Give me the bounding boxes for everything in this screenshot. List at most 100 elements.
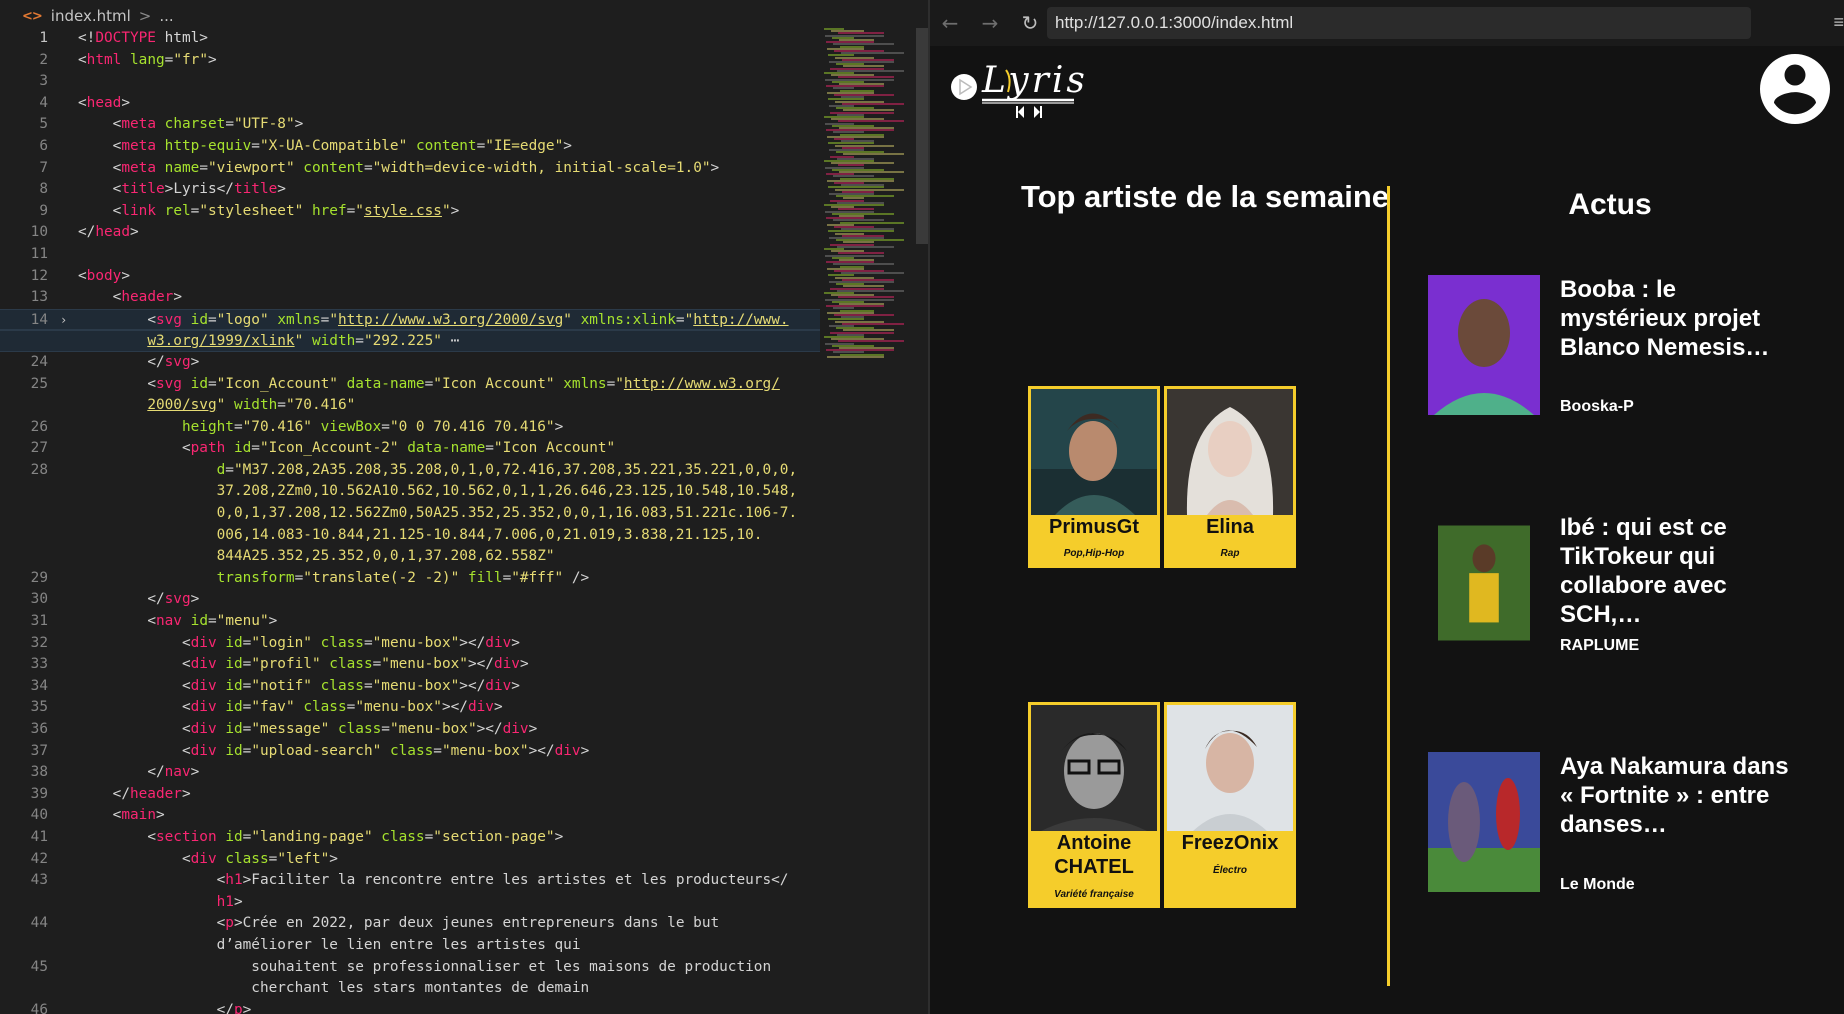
code-line[interactable]: 37.208,2Zm0,10.562A10.562,10.562,0,1,1,2… — [0, 481, 820, 503]
line-number: 30 — [30, 591, 48, 608]
line-number: 8 — [39, 181, 48, 198]
code-text: h1> — [216, 893, 243, 910]
back-button[interactable]: ← — [930, 3, 970, 43]
news-item-ibe[interactable]: Ibé : qui est ce TikTokeur qui collabore… — [1428, 513, 1828, 658]
line-number: 4 — [39, 94, 48, 111]
artist-card-freezonix[interactable]: FreezOnix Électro — [1164, 702, 1296, 908]
code-text: <div class="left"> — [181, 850, 338, 867]
code-line[interactable]: 2 <html lang="fr"> — [0, 50, 820, 72]
code-text: <meta http-equiv="X-UA-Compatible" conte… — [112, 137, 572, 154]
code-line[interactable]: 42 <div class="left"> — [0, 849, 820, 871]
code-line[interactable]: 45 souhaitent se professionnaliser et le… — [0, 957, 820, 979]
line-number: 33 — [30, 656, 48, 673]
code-line[interactable]: 25 <svg id="Icon_Account" data-name="Ico… — [0, 374, 820, 396]
section-divider — [1387, 186, 1390, 986]
code-line[interactable]: 28 d="M37.208,2A35.208,35.208,0,1,0,72.4… — [0, 460, 820, 482]
news-headline[interactable]: Aya Nakamura dans « Fortnite » : entre d… — [1560, 752, 1800, 839]
code-line[interactable]: 39 </header> — [0, 784, 820, 806]
code-line[interactable]: 33 <div id="profil" class="menu-box"></d… — [0, 654, 820, 676]
line-number: 29 — [30, 569, 48, 586]
code-line[interactable]: 13 <header> — [0, 287, 820, 309]
url-bar[interactable]: http://127.0.0.1:3000/index.html — [1047, 7, 1751, 39]
code-line[interactable]: 29 transform="translate(-2 -2)" fill="#f… — [0, 568, 820, 590]
code-lines[interactable]: 1 <!DOCTYPE html> 2 <html lang="fr"> 3 4 <head… — [0, 28, 820, 1014]
code-text: <head> — [78, 94, 130, 111]
play-button-icon — [951, 74, 977, 100]
line-number: 45 — [30, 958, 48, 975]
code-line[interactable]: 844A25.352,25.352,0,0,1,37.208,62.558Z" — [0, 546, 820, 568]
code-line[interactable]: 40 <main> — [0, 805, 820, 827]
minimap[interactable] — [824, 28, 916, 368]
artist-photo — [1031, 389, 1157, 515]
code-line[interactable]: 41 <section id="landing-page" class="sec… — [0, 827, 820, 849]
code-text: <h1>Faciliter la rencontre entre les art… — [216, 872, 789, 889]
line-number: 26 — [30, 418, 48, 435]
code-line[interactable]: 0,0,1,37.208,12.562Zm0,50A25.352,25.352,… — [0, 503, 820, 525]
code-line[interactable]: 31 <nav id="menu"> — [0, 611, 820, 633]
news-item-booba[interactable]: Booba : le mystérieux projet Blanco Neme… — [1428, 275, 1828, 420]
breadcrumb-more[interactable]: ... — [159, 7, 173, 25]
more-icon[interactable]: ≡ — [1833, 12, 1844, 33]
code-line[interactable]: 38 </nav> — [0, 762, 820, 784]
code-line[interactable]: d’améliorer le lien entre les artistes q… — [0, 935, 820, 957]
code-text: souhaitent se professionnaliser et les m… — [251, 958, 772, 975]
artist-genre: Pop,Hip-Hop — [1063, 548, 1125, 559]
code-text: <html lang="fr"> — [78, 51, 217, 68]
code-line[interactable]: 1 <!DOCTYPE html> — [0, 28, 820, 50]
artist-card-elina[interactable]: Elina Rap — [1164, 386, 1296, 568]
code-line[interactable]: 35 <div id="fav" class="menu-box"></div> — [0, 697, 820, 719]
editor-scrollbar[interactable] — [916, 28, 928, 244]
code-line[interactable]: 6 <meta http-equiv="X-UA-Compatible" con… — [0, 136, 820, 158]
code-line[interactable]: 11 — [0, 244, 820, 266]
code-line[interactable]: 4 <head> — [0, 93, 820, 115]
code-line[interactable]: 24 </svg> — [0, 352, 820, 374]
code-line[interactable]: 2000/svg" width="70.416" — [0, 395, 820, 417]
reload-button[interactable]: ↻ — [1010, 3, 1050, 43]
code-line[interactable]: w3.org/1999/xlink" width="292.225" ⋯ — [0, 330, 820, 352]
line-number: 37 — [30, 742, 48, 759]
news-headline[interactable]: Booba : le mystérieux projet Blanco Neme… — [1560, 275, 1800, 362]
code-line[interactable]: 26 height="70.416" viewBox="0 0 70.416 7… — [0, 417, 820, 439]
code-line[interactable]: 46 </p> — [0, 1000, 820, 1014]
code-line[interactable]: 7 <meta name="viewport" content="width=d… — [0, 158, 820, 180]
artist-card-primusgt[interactable]: PrimusGt Pop,Hip-Hop — [1028, 386, 1160, 568]
line-number: 44 — [30, 915, 48, 932]
code-line[interactable]: 3 — [0, 71, 820, 93]
artist-name: Elina — [1206, 516, 1254, 538]
code-line[interactable]: 30 </svg> — [0, 589, 820, 611]
code-line[interactable]: 27 <path id="Icon_Account-2" data-name="… — [0, 438, 820, 460]
fold-chevron-icon[interactable]: › — [60, 310, 67, 332]
code-text: <div id="login" class="menu-box"></div> — [181, 634, 520, 651]
code-line[interactable]: 12 <body> — [0, 266, 820, 288]
code-line[interactable]: 44 <p>Crée en 2022, par deux jeunes entr… — [0, 913, 820, 935]
line-number: 43 — [30, 872, 48, 889]
lyris-logo[interactable]: Lyris — [948, 56, 1108, 136]
line-number: 2 — [39, 51, 48, 68]
code-line[interactable]: 9 <link rel="stylesheet" href="style.css… — [0, 201, 820, 223]
code-line[interactable]: 36 <div id="message" class="menu-box"></… — [0, 719, 820, 741]
breadcrumb-file[interactable]: index.html — [51, 7, 131, 25]
artist-card-antoine-chatel[interactable]: Antoine CHATEL Variété française — [1028, 702, 1160, 908]
code-line[interactable]: 10 </head> — [0, 222, 820, 244]
arrow-right-icon: → — [981, 11, 999, 35]
account-icon[interactable] — [1760, 54, 1830, 124]
code-text: 006,14.083-10.844,21.125-10.844,7.006,0,… — [216, 526, 763, 543]
code-line[interactable]: 34 <div id="notif" class="menu-box"></di… — [0, 676, 820, 698]
code-line[interactable]: 006,14.083-10.844,21.125-10.844,7.006,0,… — [0, 525, 820, 547]
code-line[interactable]: 8 <title>Lyris</title> — [0, 179, 820, 201]
code-line[interactable]: h1> — [0, 892, 820, 914]
code-line[interactable]: cherchant les stars montantes de demain — [0, 978, 820, 1000]
news-item-aya-nakamura[interactable]: Aya Nakamura dans « Fortnite » : entre d… — [1428, 752, 1828, 897]
line-number: 28 — [30, 461, 48, 478]
forward-button[interactable]: → — [970, 3, 1010, 43]
artist-photo — [1167, 705, 1293, 831]
code-line[interactable]: 43 <h1>Faciliter la rencontre entre les … — [0, 870, 820, 892]
code-line[interactable]: 32 <div id="login" class="menu-box"></di… — [0, 633, 820, 655]
news-headline[interactable]: Ibé : qui est ce TikTokeur qui collabore… — [1560, 513, 1800, 629]
code-line[interactable]: 5 <meta charset="UTF-8"> — [0, 114, 820, 136]
code-line[interactable]: 37 <div id="upload-search" class="menu-b… — [0, 741, 820, 763]
code-line[interactable]: 14 › <svg id="logo" xmlns="http://www.w3.… — [0, 308, 820, 332]
code-editor[interactable]: <> index.html > ... 1 <!DOCTYPE html> 2 <ht… — [0, 0, 928, 1014]
line-number: 14 — [30, 311, 48, 328]
line-number: 11 — [30, 245, 48, 262]
